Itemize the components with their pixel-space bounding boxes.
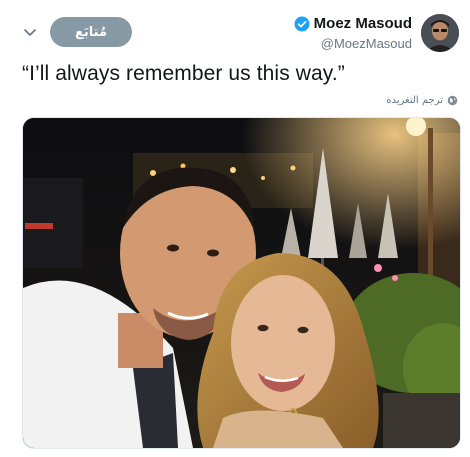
chevron-down-icon[interactable] bbox=[22, 24, 38, 40]
display-name[interactable]: Moez Masoud bbox=[314, 15, 412, 32]
user-info[interactable]: Moez Masoud @MoezMasoud bbox=[294, 15, 412, 51]
user-handle[interactable]: @MoezMasoud bbox=[294, 36, 412, 51]
tweet-text: “I’ll always remember us this way.” bbox=[22, 62, 345, 85]
avatar[interactable] bbox=[421, 14, 459, 52]
translate-label[interactable]: ترجم التغريدة bbox=[386, 95, 443, 106]
translate-tweet-link[interactable]: ترجم التغريدة bbox=[386, 95, 458, 106]
tweet-photo[interactable] bbox=[22, 117, 461, 449]
following-button[interactable]: مُتابَع bbox=[50, 17, 132, 47]
globe-icon bbox=[447, 95, 458, 106]
verified-badge-icon bbox=[294, 16, 310, 31]
